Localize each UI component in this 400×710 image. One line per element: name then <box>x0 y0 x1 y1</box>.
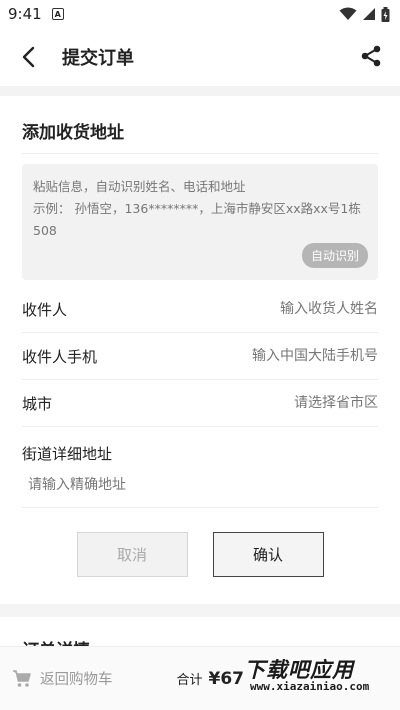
address-form-title: 添加收货地址 <box>22 96 378 154</box>
watermark-logo: 下载吧应用 www.xiazainiao.com <box>244 654 394 700</box>
recipient-name-input[interactable] <box>178 301 378 317</box>
city-label: 城市 <box>22 394 53 413</box>
chevron-left-icon <box>22 46 35 68</box>
cancel-button[interactable]: 取消 <box>76 532 188 577</box>
recipient-name-label: 收件人 <box>22 300 68 319</box>
recipient-phone-input[interactable] <box>178 348 378 364</box>
battery-icon <box>381 6 390 22</box>
recipient-name-row: 收件人 <box>22 286 378 333</box>
address-form: 添加收货地址 粘贴信息，自动识别姓名、电话和地址 示例： 孙悟空，136****… <box>0 96 400 577</box>
section-divider-bottom <box>0 604 400 617</box>
form-button-row: 取消 确认 <box>22 532 378 577</box>
back-button[interactable] <box>14 43 42 71</box>
status-bar: 9:41 A <box>0 0 400 28</box>
paste-address-box[interactable]: 粘贴信息，自动识别姓名、电话和地址 示例： 孙悟空，136********，上海… <box>22 164 378 280</box>
back-to-cart-label: 返回购物车 <box>40 672 113 688</box>
street-address-label: 街道详细地址 <box>22 445 113 463</box>
order-total: 合计 ¥67 <box>177 669 245 689</box>
wifi-icon <box>339 7 357 20</box>
share-button[interactable] <box>358 43 384 69</box>
status-left: 9:41 A <box>8 5 64 23</box>
notification-icon: A <box>51 8 64 20</box>
share-icon <box>361 45 381 67</box>
recipient-phone-label: 收件人手机 <box>22 347 98 366</box>
back-to-cart-button[interactable]: 返回购物车 <box>12 668 113 689</box>
city-row: 城市 <box>22 380 378 427</box>
section-divider <box>0 86 400 96</box>
recipient-phone-row: 收件人手机 <box>22 333 378 380</box>
status-time: 9:41 <box>8 5 42 23</box>
status-right <box>339 6 390 22</box>
app-header: 提交订单 <box>0 28 400 86</box>
signal-icon <box>363 8 375 20</box>
total-value: ¥67 <box>208 668 245 689</box>
cart-icon <box>13 669 31 687</box>
city-select[interactable] <box>178 395 378 411</box>
paste-hint-text: 粘贴信息，自动识别姓名、电话和地址 示例： 孙悟空，136********，上海… <box>33 179 361 238</box>
street-address-input[interactable] <box>22 469 378 501</box>
page-title: 提交订单 <box>62 48 134 69</box>
confirm-button[interactable]: 确认 <box>212 532 324 577</box>
street-address-block: 街道详细地址 <box>22 427 378 508</box>
total-label: 合计 <box>176 672 203 688</box>
auto-recognize-button[interactable]: 自动识别 <box>301 243 368 268</box>
watermark-url-text: www.xiazainiao.com <box>250 680 370 693</box>
